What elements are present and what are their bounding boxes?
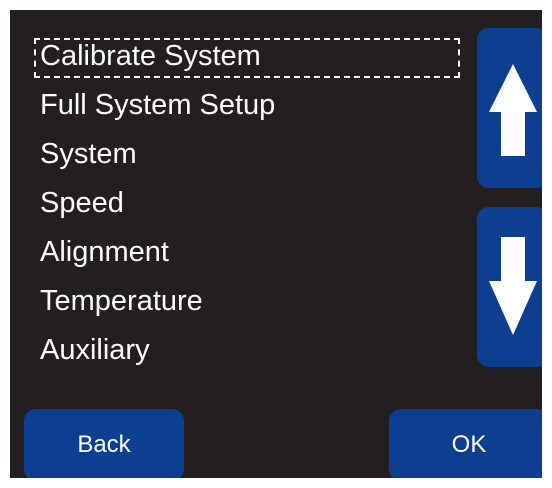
- menu-item-label: Temperature: [40, 285, 203, 317]
- back-button-label: Back: [77, 431, 131, 458]
- menu-item-system[interactable]: System: [34, 134, 470, 183]
- menu-item-label: Speed: [40, 187, 124, 219]
- ok-button[interactable]: OK: [389, 409, 542, 478]
- back-button[interactable]: Back: [24, 409, 184, 478]
- menu-item-label: Calibrate System: [40, 40, 261, 72]
- arrow-up-icon: [489, 64, 537, 156]
- scroll-down-button[interactable]: [477, 207, 542, 367]
- menu-item-label: Alignment: [40, 236, 169, 268]
- menu-item-label: Auxiliary: [40, 334, 150, 366]
- menu-item-temperature[interactable]: Temperature: [34, 281, 470, 330]
- scroll-up-button[interactable]: [477, 28, 542, 188]
- menu-item-alignment[interactable]: Alignment: [34, 232, 470, 281]
- menu-item-label: Full System Setup: [40, 89, 276, 121]
- settings-menu: Calibrate System Full System Setup Syste…: [34, 36, 470, 379]
- device-screen: Calibrate System Full System Setup Syste…: [10, 10, 542, 478]
- arrow-down-icon: [489, 237, 537, 335]
- menu-item-auxiliary[interactable]: Auxiliary: [34, 330, 470, 379]
- menu-item-speed[interactable]: Speed: [34, 183, 470, 232]
- ok-button-label: OK: [451, 431, 487, 458]
- menu-item-full-system-setup[interactable]: Full System Setup: [34, 85, 470, 134]
- menu-item-calibrate-system[interactable]: Calibrate System: [34, 36, 470, 85]
- menu-item-label: System: [40, 138, 137, 170]
